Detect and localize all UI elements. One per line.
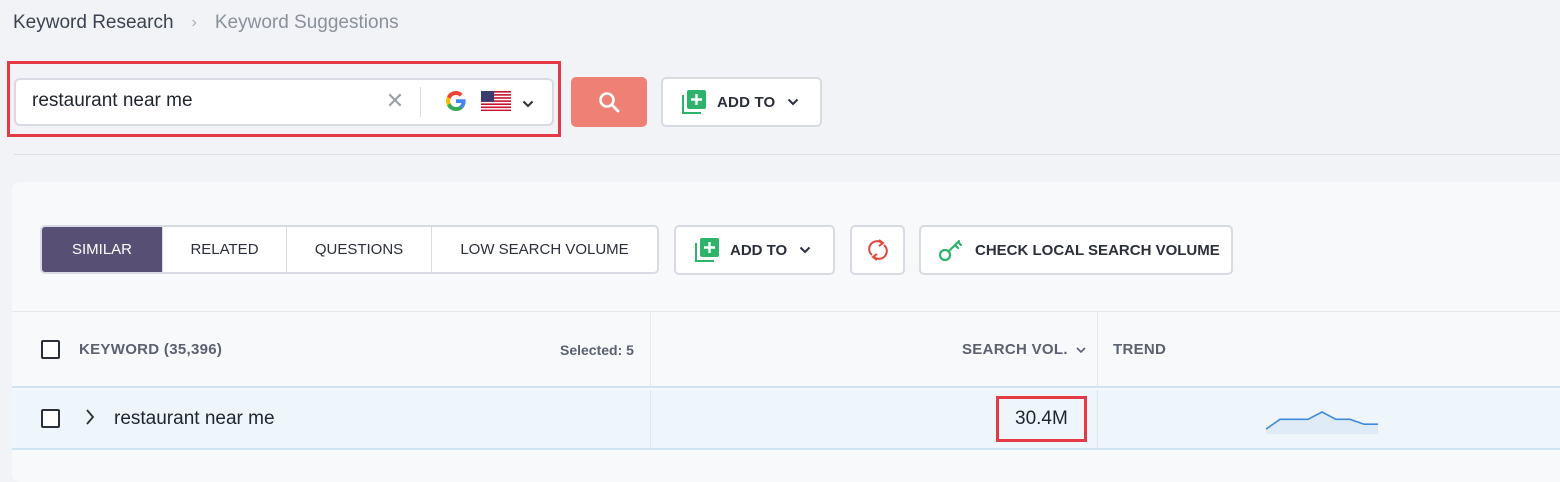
add-to-label: ADD TO [717,93,776,111]
check-local-search-volume-button[interactable]: CHECK LOCAL SEARCH VOLUME [919,225,1233,275]
column-divider [1097,312,1098,388]
selected-count: Selected: 5 [560,342,634,358]
search-highlight-box [7,61,561,137]
column-divider [650,312,651,388]
tab-similar[interactable]: SIMILAR [42,227,163,272]
table-add-to-button[interactable]: ADD TO [674,225,835,275]
table-header [12,311,1560,388]
search-icon [599,92,620,113]
chevron-down-icon [1076,346,1086,353]
search-volume-column-header[interactable]: SEARCH VOL. [962,341,1086,358]
chevron-down-icon [800,246,811,254]
add-list-icon [682,90,706,114]
add-to-label: ADD TO [730,241,788,259]
breadcrumb-separator: › [191,14,197,31]
breadcrumb-current: Keyword Suggestions [214,12,399,33]
expand-row-icon[interactable] [84,407,96,432]
refresh-icon [867,239,888,261]
keyword-column-header[interactable]: KEYWORD (35,396) [79,341,222,358]
search-button[interactable] [571,77,647,127]
row-checkbox[interactable] [41,409,60,428]
keyword-tabs: SIMILAR RELATED QUESTIONS LOW SEARCH VOL… [40,225,659,274]
add-to-button[interactable]: ADD TO [661,77,822,127]
trend-column-header: TREND [1113,341,1167,358]
refresh-button[interactable] [850,225,905,275]
column-divider [1097,390,1098,450]
select-all-checkbox[interactable] [41,340,60,359]
chevron-down-icon [788,98,799,106]
add-list-icon [695,238,719,262]
search-volume-label: SEARCH VOL. [962,341,1068,358]
search-volume-highlight-box [996,396,1087,442]
column-divider [650,390,651,450]
tab-related[interactable]: RELATED [163,227,287,272]
section-divider [14,154,1560,155]
row-keyword[interactable]: restaurant near me [114,408,275,430]
trend-sparkline [1265,411,1378,434]
key-icon [938,239,963,262]
tab-low-search-volume[interactable]: LOW SEARCH VOLUME [432,227,657,272]
check-local-label: CHECK LOCAL SEARCH VOLUME [975,241,1220,259]
breadcrumb-root[interactable]: Keyword Research [13,12,174,34]
tab-questions[interactable]: QUESTIONS [287,227,432,272]
breadcrumb: Keyword Research › Keyword Suggestions [13,12,399,34]
